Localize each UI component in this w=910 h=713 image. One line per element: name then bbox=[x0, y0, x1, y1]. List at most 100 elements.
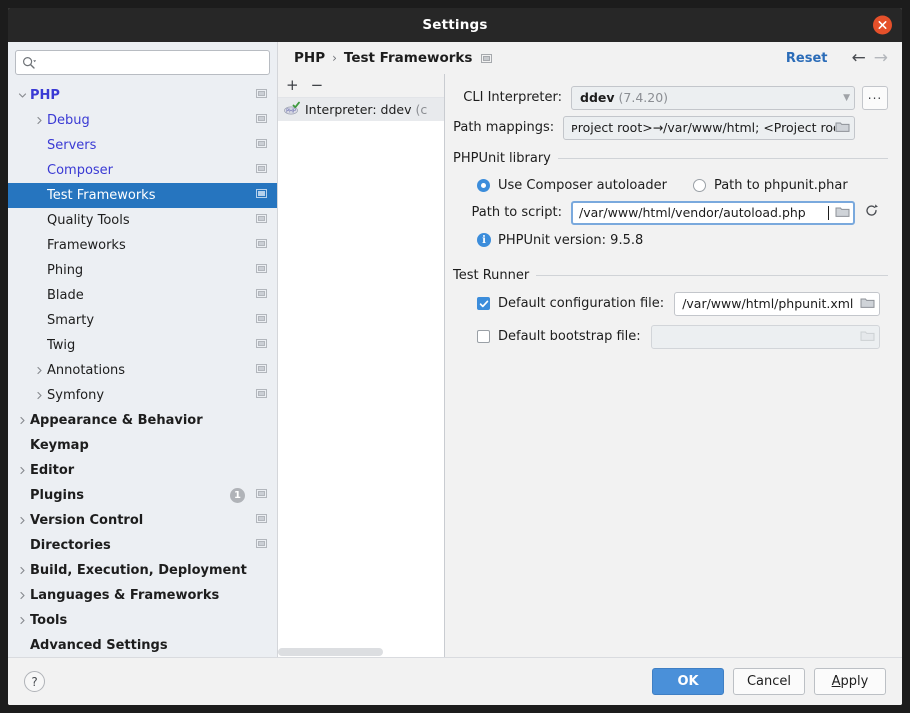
arrow-right-icon[interactable]: → bbox=[874, 49, 888, 67]
chevron-right-icon[interactable] bbox=[14, 616, 30, 625]
checkbox-default-bootstrap-file[interactable] bbox=[477, 330, 490, 343]
copy-settings-icon[interactable] bbox=[256, 238, 269, 253]
close-icon[interactable] bbox=[873, 15, 892, 35]
chevron-right-icon[interactable] bbox=[31, 366, 47, 375]
chevron-right-icon[interactable] bbox=[14, 566, 30, 575]
chevron-right-icon[interactable] bbox=[14, 466, 30, 475]
sidebar-item-label: Debug bbox=[47, 113, 90, 128]
sidebar-item-directories[interactable]: Directories bbox=[8, 533, 277, 558]
sidebar-item-debug[interactable]: Debug bbox=[8, 108, 277, 133]
cli-interpreter-browse-button[interactable]: ... bbox=[862, 85, 888, 110]
remove-interpreter-button[interactable]: − bbox=[311, 78, 324, 93]
sidebar-item-smarty[interactable]: Smarty bbox=[8, 308, 277, 333]
sidebar-item-servers[interactable]: Servers bbox=[8, 133, 277, 158]
sidebar-item-languages-frameworks[interactable]: Languages & Frameworks bbox=[8, 583, 277, 608]
phpunit-library-title: PHPUnit library bbox=[453, 151, 551, 166]
copy-settings-icon[interactable] bbox=[256, 488, 269, 503]
cancel-button[interactable]: Cancel bbox=[733, 668, 805, 695]
sidebar-item-build-execution-deployment[interactable]: Build, Execution, Deployment bbox=[8, 558, 277, 583]
chevron-right-icon[interactable] bbox=[31, 391, 47, 400]
chevron-right-icon[interactable] bbox=[14, 416, 30, 425]
search-box[interactable] bbox=[15, 50, 270, 75]
sidebar-item-quality-tools[interactable]: Quality Tools bbox=[8, 208, 277, 233]
checkbox-default-configuration-file[interactable] bbox=[477, 297, 490, 310]
cli-interpreter-select[interactable]: ddev (7.4.20) ▼ bbox=[571, 85, 855, 110]
path-to-script-field[interactable]: /var/www/html/vendor/autoload.php bbox=[571, 200, 855, 225]
sidebar-item-version-control[interactable]: Version Control bbox=[8, 508, 277, 533]
sidebar-item-tools[interactable]: Tools bbox=[8, 608, 277, 633]
path-mappings-field[interactable]: ᴘroject root>→/var/www/html; <Project ro… bbox=[563, 115, 855, 140]
copy-settings-icon[interactable] bbox=[481, 49, 493, 68]
copy-settings-icon[interactable] bbox=[256, 338, 269, 353]
sidebar-item-phing[interactable]: Phing bbox=[8, 258, 277, 283]
panes: + − PHP Interpreter: ddev (c CLI Interpret… bbox=[278, 74, 902, 657]
sidebar-item-label: Smarty bbox=[47, 313, 95, 328]
default-bootstrap-file-field bbox=[650, 324, 880, 349]
copy-settings-icon[interactable] bbox=[256, 288, 269, 303]
radio-path-to-phpunit-phar[interactable] bbox=[692, 178, 706, 192]
sidebar-item-test-frameworks[interactable]: Test Frameworks bbox=[8, 183, 277, 208]
sidebar-item-label: Build, Execution, Deployment bbox=[30, 563, 247, 578]
radio-use-composer-autoloader[interactable] bbox=[477, 178, 490, 192]
chevron-right-icon[interactable] bbox=[31, 116, 47, 125]
radio-path-to-phpunit-phar-label[interactable]: Path to phpunit.phar bbox=[714, 178, 848, 193]
copy-settings-icon[interactable] bbox=[256, 363, 269, 378]
sidebar-item-label: PHP bbox=[30, 88, 60, 103]
apply-button[interactable]: Apply bbox=[814, 668, 886, 695]
sidebar-item-frameworks[interactable]: Frameworks bbox=[8, 233, 277, 258]
folder-icon[interactable] bbox=[835, 120, 850, 136]
add-interpreter-button[interactable]: + bbox=[286, 78, 299, 93]
copy-settings-icon[interactable] bbox=[256, 88, 269, 103]
default-bootstrap-file-label[interactable]: Default bootstrap file: bbox=[498, 329, 641, 344]
ok-button[interactable]: OK bbox=[652, 668, 724, 695]
settings-tree: PHP Debug Servers Composer Test Frameworks Qu… bbox=[8, 81, 277, 657]
sidebar-item-keymap[interactable]: Keymap bbox=[8, 433, 277, 458]
horizontal-scrollbar[interactable] bbox=[278, 646, 444, 657]
chevron-right-icon[interactable] bbox=[14, 516, 30, 525]
sidebar-item-label: Version Control bbox=[30, 513, 144, 528]
reset-button[interactable]: Reset bbox=[786, 51, 828, 66]
breadcrumb-root[interactable]: PHP bbox=[294, 50, 325, 66]
sidebar-item-symfony[interactable]: Symfony bbox=[8, 383, 277, 408]
folder-icon[interactable] bbox=[860, 296, 875, 312]
sidebar-item-label: Twig bbox=[47, 338, 76, 353]
apply-mnemonic: A bbox=[831, 674, 841, 689]
scrollbar-thumb[interactable] bbox=[278, 648, 383, 656]
copy-settings-icon[interactable] bbox=[256, 538, 269, 553]
help-icon[interactable]: ? bbox=[24, 671, 45, 692]
sidebar-item-php[interactable]: PHP bbox=[8, 83, 277, 108]
phpunit-library-group: PHPUnit library Use Composer autoloader … bbox=[453, 151, 888, 251]
default-bootstrap-row: Default bootstrap file: bbox=[453, 323, 888, 350]
sidebar-item-composer[interactable]: Composer bbox=[8, 158, 277, 183]
copy-settings-icon[interactable] bbox=[256, 313, 269, 328]
sidebar-item-twig[interactable]: Twig bbox=[8, 333, 277, 358]
radio-use-composer-autoloader-label[interactable]: Use Composer autoloader bbox=[498, 178, 667, 193]
copy-settings-icon[interactable] bbox=[256, 513, 269, 528]
search-icon bbox=[22, 56, 36, 70]
sidebar-item-editor[interactable]: Editor bbox=[8, 458, 277, 483]
arrow-left-icon[interactable]: ← bbox=[852, 49, 866, 67]
sidebar-item-blade[interactable]: Blade bbox=[8, 283, 277, 308]
path-to-script-label: Path to script: bbox=[471, 205, 562, 220]
copy-settings-icon[interactable] bbox=[256, 163, 269, 178]
copy-settings-icon[interactable] bbox=[256, 213, 269, 228]
default-configuration-file-label[interactable]: Default configuration file: bbox=[498, 296, 664, 311]
copy-settings-icon[interactable] bbox=[256, 138, 269, 153]
default-configuration-file-field[interactable]: /var/www/html/phpunit.xml bbox=[674, 291, 880, 316]
sidebar-item-advanced-settings[interactable]: Advanced Settings bbox=[8, 633, 277, 657]
copy-settings-icon[interactable] bbox=[256, 263, 269, 278]
copy-settings-icon[interactable] bbox=[256, 113, 269, 128]
sidebar-item-plugins[interactable]: Plugins 1 bbox=[8, 483, 277, 508]
copy-settings-icon[interactable] bbox=[256, 388, 269, 403]
php-checked-icon: PHP bbox=[284, 101, 300, 118]
sidebar-item-label: Appearance & Behavior bbox=[30, 413, 203, 428]
sidebar-item-annotations[interactable]: Annotations bbox=[8, 358, 277, 383]
copy-settings-icon[interactable] bbox=[256, 188, 269, 203]
sidebar-item-appearance-behavior[interactable]: Appearance & Behavior bbox=[8, 408, 277, 433]
interpreter-list-item[interactable]: PHP Interpreter: ddev (c bbox=[278, 98, 444, 121]
chevron-down-icon[interactable] bbox=[14, 91, 30, 100]
search-input[interactable] bbox=[40, 54, 263, 71]
chevron-right-icon[interactable] bbox=[14, 591, 30, 600]
refresh-icon[interactable] bbox=[864, 203, 880, 222]
folder-icon[interactable] bbox=[835, 205, 850, 221]
